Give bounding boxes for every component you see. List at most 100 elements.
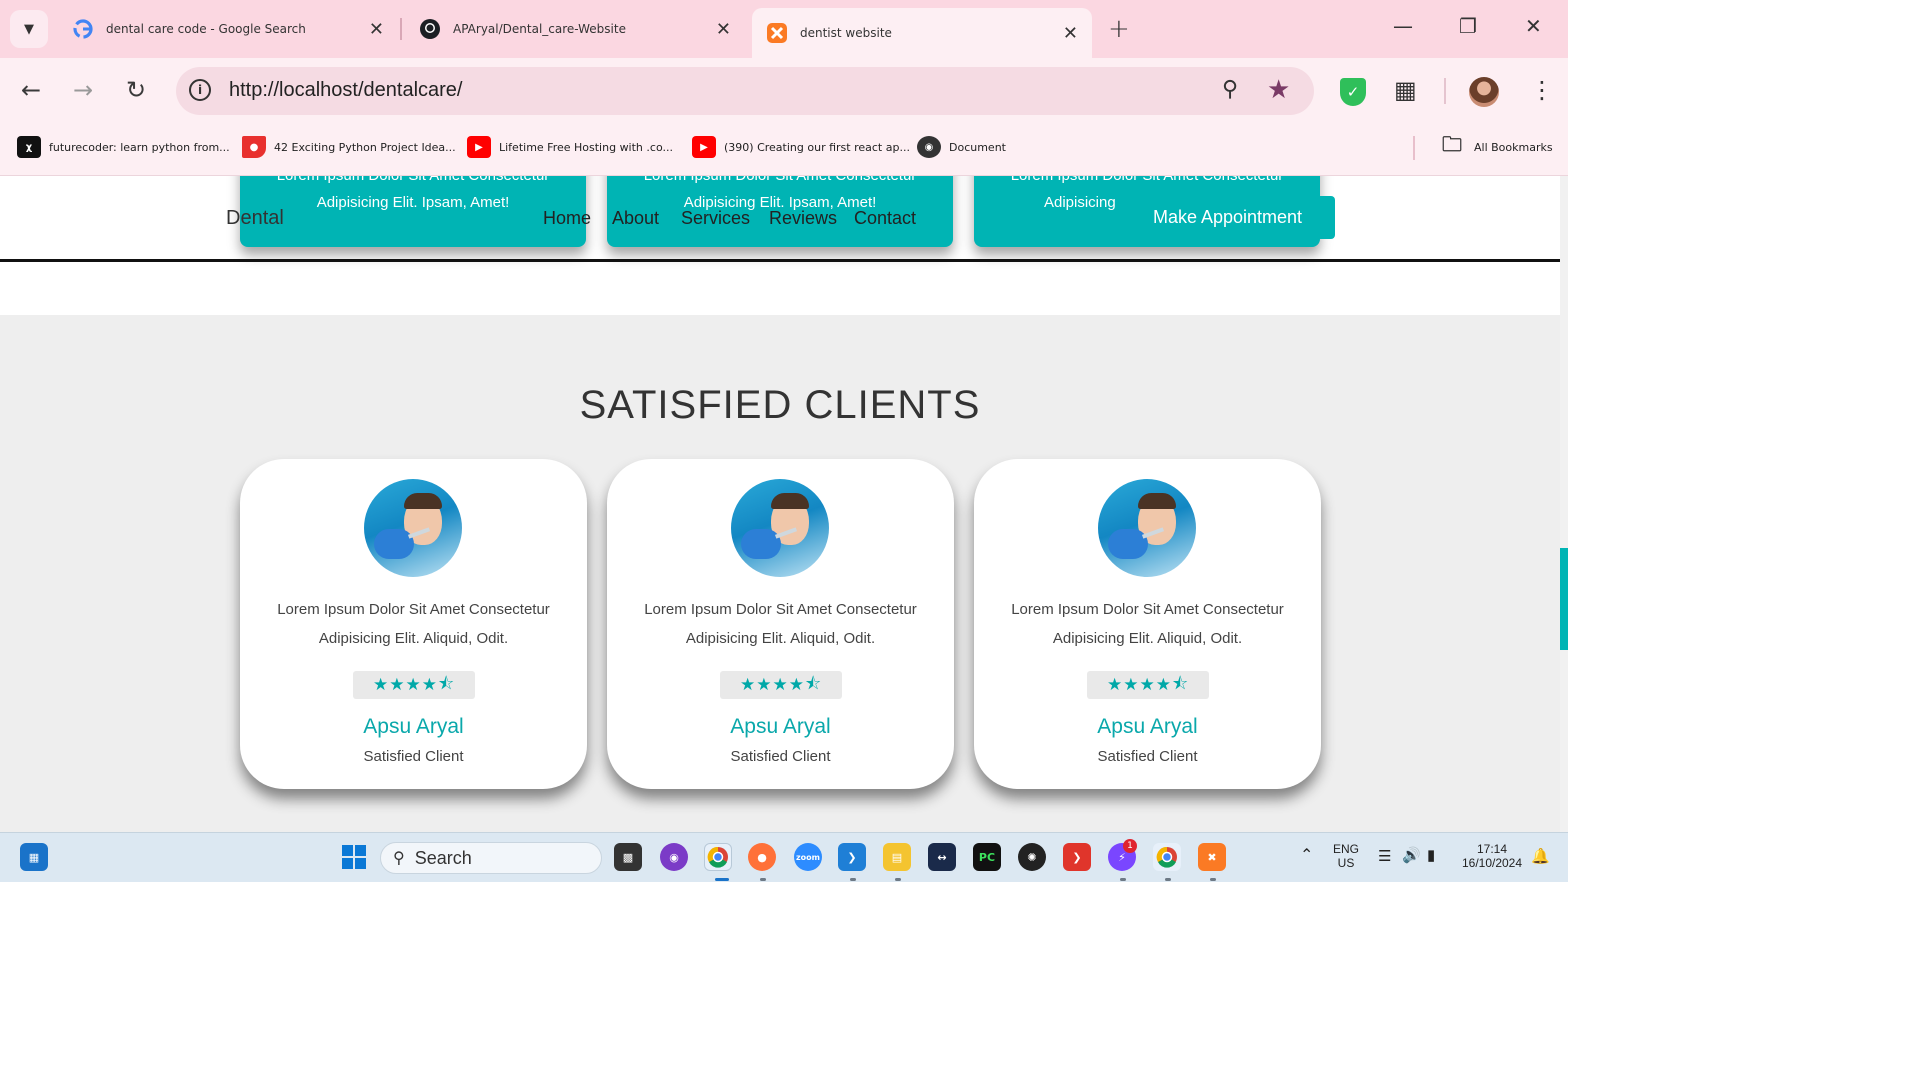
client-role: Satisfied Client xyxy=(363,748,464,765)
chevron-down-icon: ▼ xyxy=(24,21,34,37)
running-indicator xyxy=(850,878,856,881)
anydesk-icon[interactable]: ❯ xyxy=(1063,843,1091,871)
tab-google-search[interactable]: dental care code - Google Search ✕ xyxy=(58,8,398,50)
chrome-icon[interactable] xyxy=(704,843,732,871)
region-code: US xyxy=(1337,856,1355,870)
running-indicator xyxy=(1165,878,1171,881)
zoom-icon[interactable]: ⚲ xyxy=(1222,77,1238,102)
client-avatar xyxy=(364,479,462,577)
clock[interactable]: 17:14 16/10/2024 xyxy=(1458,842,1526,870)
extensions-puzzle-icon[interactable]: ▦ xyxy=(1394,76,1417,104)
taskbar-search-box[interactable]: ⚲ Search xyxy=(380,842,602,874)
new-tab-button[interactable]: + xyxy=(1108,14,1130,44)
close-icon[interactable]: ✕ xyxy=(716,19,731,40)
forward-arrow-icon[interactable]: → xyxy=(73,76,93,104)
half-star-icon: ⯪ xyxy=(1171,673,1190,694)
running-indicator xyxy=(895,878,901,881)
make-appointment-button[interactable]: Make Appointment xyxy=(1120,196,1335,239)
page-scrollbar[interactable] xyxy=(1560,176,1568,832)
tab-strip: ▼ dental care code - Google Search ✕ APA… xyxy=(0,0,1568,58)
client-role: Satisfied Client xyxy=(730,748,831,765)
chrome-profile-icon[interactable] xyxy=(1153,843,1181,871)
running-indicator xyxy=(760,878,766,881)
client-name: Apsu Aryal xyxy=(363,715,464,738)
task-view-icon[interactable]: ▩ xyxy=(614,843,642,871)
vscode-icon[interactable]: ❯ xyxy=(838,843,866,871)
close-icon[interactable]: ✕ xyxy=(1063,23,1078,44)
tab-github[interactable]: APAryal/Dental_care-Website ✕ xyxy=(405,8,745,50)
chevron-up-icon[interactable]: ⌃ xyxy=(1300,845,1313,865)
url-text[interactable]: http://localhost/dentalcare/ xyxy=(229,79,462,102)
star-icon: ★ xyxy=(1106,675,1124,695)
close-window-icon[interactable]: ✕ xyxy=(1525,14,1542,38)
restore-icon[interactable]: ❐ xyxy=(1459,14,1477,38)
star-icon: ★ xyxy=(372,675,390,695)
windows-start-icon[interactable] xyxy=(340,843,368,871)
bookmark-document[interactable]: ◉ Document xyxy=(917,136,1006,158)
client-review: Lorem Ipsum Dolor Sit Amet Consectetur A… xyxy=(240,595,587,653)
youtube-icon: ▶ xyxy=(467,136,491,158)
google-icon xyxy=(72,18,94,40)
menu-kebab-icon[interactable]: ⋮ xyxy=(1530,76,1554,104)
shield-extension-icon[interactable]: ✓ xyxy=(1340,78,1366,106)
zoom-app-icon[interactable]: zoom xyxy=(794,843,822,871)
bookmark-futurecoder[interactable]: χ futurecoder: learn python from... xyxy=(17,136,230,158)
pycharm-icon[interactable]: PC xyxy=(973,843,1001,871)
nav-link-reviews[interactable]: Reviews xyxy=(769,208,837,229)
tab-title: dentist website xyxy=(800,26,892,40)
minimize-icon[interactable]: — xyxy=(1393,14,1413,38)
xampp-icon xyxy=(766,22,788,44)
back-arrow-icon[interactable]: ← xyxy=(21,76,41,104)
all-bookmarks-label: All Bookmarks xyxy=(1474,140,1553,154)
nav-link-about[interactable]: About xyxy=(612,208,659,229)
notification-bell-icon[interactable]: 🔔 xyxy=(1531,847,1550,865)
half-star-icon: ⯪ xyxy=(437,673,456,694)
teamviewer-icon[interactable]: ↔ xyxy=(928,843,956,871)
bookmark-star-icon[interactable]: ★ xyxy=(1267,75,1290,105)
bookmark-free-hosting[interactable]: ▶ Lifetime Free Hosting with .co... xyxy=(467,136,673,158)
star-rating: ★ ★ ★ ★ ⯪ xyxy=(1087,671,1209,699)
profile-avatar[interactable] xyxy=(1469,77,1499,107)
wifi-icon[interactable]: ☰ xyxy=(1378,847,1391,865)
tab-divider xyxy=(400,18,402,40)
address-bar[interactable]: i http://localhost/dentalcare/ ⚲ ★ xyxy=(176,67,1314,115)
client-review: Lorem Ipsum Dolor Sit Amet Consectetur A… xyxy=(974,595,1321,653)
tab-dentist-website[interactable]: dentist website ✕ xyxy=(752,8,1092,58)
bookmark-react-app[interactable]: ▶ (390) Creating our first react ap... xyxy=(692,136,910,158)
tab-search-button[interactable]: ▼ xyxy=(10,10,48,48)
copilot-icon[interactable]: ◉ xyxy=(660,843,688,871)
bookmark-python-projects[interactable]: ● 42 Exciting Python Project Idea... xyxy=(242,136,456,158)
reload-icon[interactable]: ↻ xyxy=(126,76,146,104)
firefox-icon[interactable]: ● xyxy=(748,843,776,871)
language-code: ENG xyxy=(1333,842,1360,856)
widgets-icon[interactable]: ▦ xyxy=(20,843,48,871)
review-line: Adipisicing Elit. Aliquid, Odit. xyxy=(1052,630,1243,647)
client-name: Apsu Aryal xyxy=(1097,715,1198,738)
bookmark-red-icon: ● xyxy=(242,136,266,158)
close-icon[interactable]: ✕ xyxy=(369,19,384,40)
site-logo[interactable]: Dental xyxy=(226,207,284,230)
search-icon: ⚲ xyxy=(393,850,405,867)
client-card: Lorem Ipsum Dolor Sit Amet Consectetur A… xyxy=(607,459,954,789)
header-band: Lorem Ipsum Dolor Sit Amet Consectetur A… xyxy=(0,176,1560,315)
client-review: Lorem Ipsum Dolor Sit Amet Consectetur A… xyxy=(607,595,954,653)
battery-icon[interactable]: ▮ xyxy=(1427,846,1435,864)
star-rating: ★ ★ ★ ★ ⯪ xyxy=(720,671,842,699)
obs-icon[interactable]: ✺ xyxy=(1018,843,1046,871)
xampp-taskbar-icon[interactable]: ✖ xyxy=(1198,843,1226,871)
volume-icon[interactable]: 🔊 xyxy=(1402,846,1421,864)
service-card: Lorem Ipsum Dolor Sit Amet Consectetur A… xyxy=(240,176,586,247)
nav-link-contact[interactable]: Contact xyxy=(854,208,916,229)
bookmark-label: Document xyxy=(949,140,1006,154)
site-info-icon[interactable]: i xyxy=(189,79,211,101)
clock-time: 17:14 xyxy=(1476,842,1508,856)
file-explorer-icon[interactable]: ▤ xyxy=(883,843,911,871)
all-bookmarks-button[interactable]: 🗀 All Bookmarks xyxy=(1438,132,1553,158)
nav-link-home[interactable]: Home xyxy=(543,208,591,229)
review-line: Adipisicing Elit. Aliquid, Odit. xyxy=(318,630,509,647)
nav-link-services[interactable]: Services xyxy=(681,208,750,229)
client-avatar xyxy=(731,479,829,577)
language-indicator[interactable]: ENG US xyxy=(1333,842,1359,870)
scrollbar-thumb[interactable] xyxy=(1560,548,1568,650)
star-icon: ★ xyxy=(788,675,805,695)
